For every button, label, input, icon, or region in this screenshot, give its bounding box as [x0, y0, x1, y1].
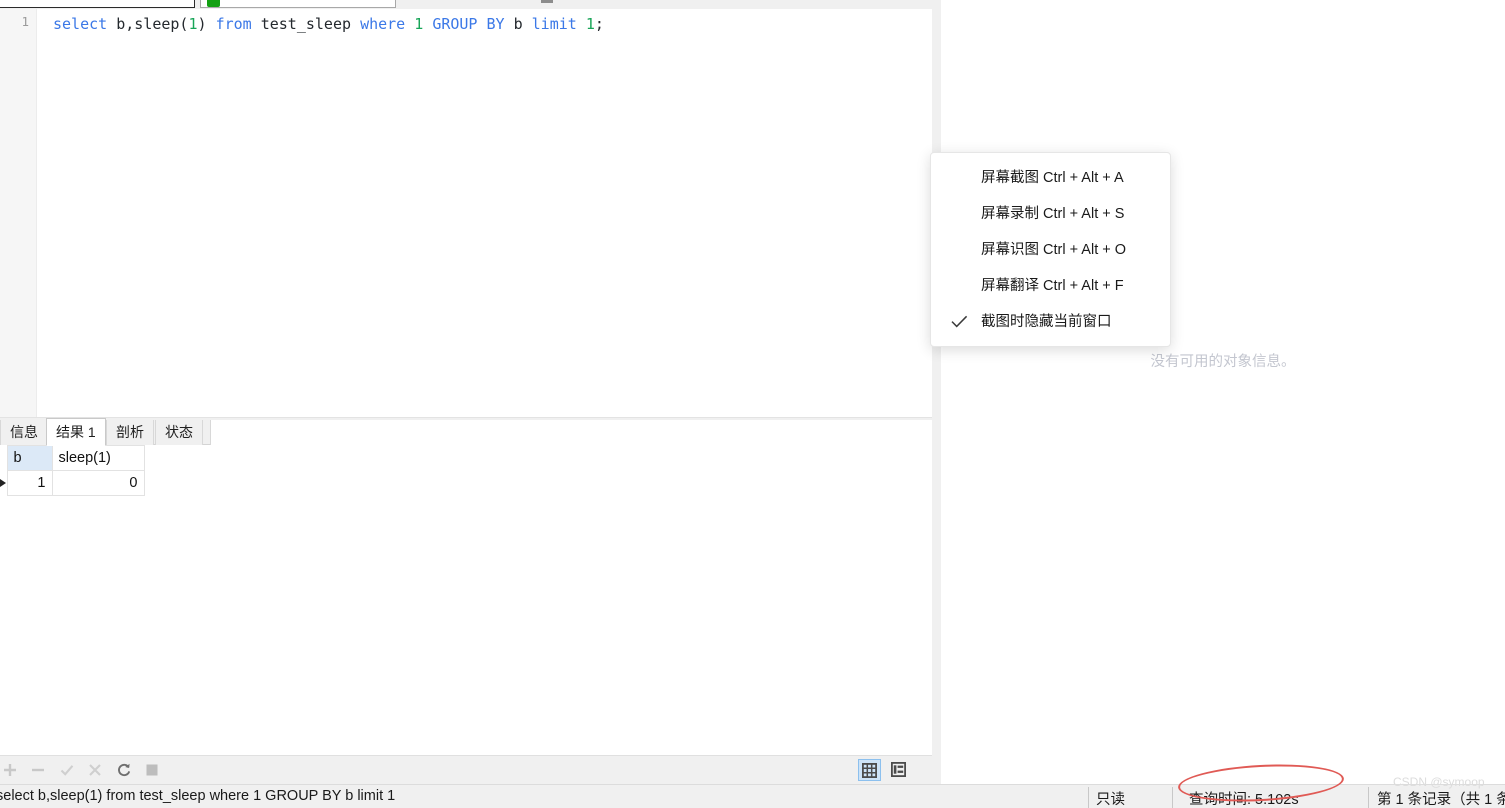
cell-sleep[interactable]: 0 [51, 470, 145, 496]
status-record-count: 第 1 条记录（共 1 条 [1377, 792, 1505, 808]
toolbar-field-right[interactable] [200, 0, 396, 8]
sql-code-line[interactable]: select b,sleep(1) from test_sleep where … [53, 14, 604, 34]
screenshot-context-menu[interactable]: 屏幕截图 Ctrl + Alt + A 屏幕录制 Ctrl + Alt + S … [930, 152, 1171, 347]
apply-changes-button[interactable] [57, 756, 81, 785]
status-bar: select b,sleep(1) from test_sleep where … [0, 784, 1505, 808]
status-sql-text: select b,sleep(1) from test_sleep where … [0, 788, 396, 804]
plus-icon [4, 764, 16, 776]
menu-item-hide-window-on-capture[interactable]: 截图时隐藏当前窗口 [931, 304, 1170, 340]
menu-item-screen-record[interactable]: 屏幕录制 Ctrl + Alt + S [931, 196, 1170, 232]
delete-record-button[interactable] [28, 756, 52, 785]
toolbar-separator-dash [541, 0, 553, 3]
sql-token: b [513, 15, 523, 33]
minus-icon [32, 768, 45, 772]
line-number: 1 [21, 14, 29, 29]
menu-item-label: 屏幕录制 Ctrl + Alt + S [981, 206, 1125, 222]
sql-editor[interactable]: 1 select b,sleep(1) from test_sleep wher… [0, 9, 932, 418]
toolbar-field-left[interactable] [0, 0, 195, 8]
tab-result[interactable]: 结果 1 [46, 418, 106, 446]
table-row[interactable]: 1 0 [0, 470, 145, 496]
status-query-time: 查询时间: 5.102s [1189, 792, 1299, 808]
cancel-changes-button[interactable] [85, 756, 109, 785]
grid-toolbar [0, 755, 932, 784]
result-table: b sleep(1) 1 0 [0, 445, 145, 496]
tab-info[interactable]: 信息 [0, 420, 48, 445]
check-icon [60, 765, 74, 776]
run-icon[interactable] [207, 0, 220, 7]
stop-icon [146, 764, 158, 776]
menu-item-label: 屏幕截图 Ctrl + Alt + A [981, 170, 1124, 186]
sql-token: BY [486, 15, 505, 33]
sql-token: 1 [585, 15, 595, 33]
column-header-sleep[interactable]: sleep(1) [51, 445, 145, 471]
row-marker-header [0, 445, 7, 471]
table-header-row: b sleep(1) [0, 445, 145, 471]
refresh-button[interactable] [114, 756, 138, 785]
tab-profile[interactable]: 剖析 [106, 420, 154, 445]
add-record-button[interactable] [0, 756, 24, 785]
object-info-empty-message: 没有可用的对象信息。 [1150, 354, 1296, 370]
sql-token: ) [197, 15, 207, 33]
sql-token: 1 [414, 15, 424, 33]
editor-gutter: 1 [0, 9, 37, 417]
sql-token: ; [594, 15, 604, 33]
cell-b[interactable]: 1 [6, 470, 53, 496]
grid-icon [861, 763, 877, 778]
panel-splitter[interactable] [932, 0, 941, 784]
sql-token: test_sleep [260, 15, 352, 33]
sql-token: b,sleep( [116, 15, 189, 33]
object-info-panel: 没有可用的对象信息。 [941, 0, 1505, 784]
refresh-icon [117, 763, 130, 777]
menu-item-screen-ocr[interactable]: 屏幕识图 Ctrl + Alt + O [931, 232, 1170, 268]
form-icon [891, 762, 906, 777]
status-separator-1 [1088, 787, 1089, 808]
watermark: CSDN @symoop [1393, 775, 1485, 789]
menu-item-screen-translate[interactable]: 屏幕翻译 Ctrl + Alt + F [931, 268, 1170, 304]
status-readonly: 只读 [1096, 792, 1125, 808]
status-separator-2 [1172, 787, 1173, 808]
sql-token: where [360, 15, 406, 33]
grid-view-button[interactable] [857, 759, 881, 781]
result-grid[interactable]: b sleep(1) 1 0 [0, 445, 932, 755]
sql-token: GROUP [432, 15, 478, 33]
column-header-b[interactable]: b [6, 445, 53, 471]
menu-item-screenshot[interactable]: 屏幕截图 Ctrl + Alt + A [931, 160, 1170, 196]
status-separator-3 [1368, 787, 1369, 808]
menu-item-label: 屏幕翻译 Ctrl + Alt + F [981, 278, 1124, 294]
form-view-button[interactable] [888, 759, 911, 781]
menu-item-label: 截图时隐藏当前窗口 [981, 314, 1112, 330]
tabs-filler [210, 420, 932, 445]
result-tabs-bar: 信息 结果 1 剖析 状态 [0, 418, 932, 446]
checkmark-icon [951, 304, 971, 340]
sql-token: 1 [188, 15, 198, 33]
grid-toolbar-buttons [0, 756, 166, 785]
row-marker-current [0, 470, 7, 496]
sql-token: select [53, 15, 108, 33]
tab-status[interactable]: 状态 [155, 420, 203, 445]
stop-button[interactable] [142, 756, 166, 785]
sql-token: limit [531, 15, 577, 33]
menu-item-label: 屏幕识图 Ctrl + Alt + O [981, 242, 1127, 258]
app-window: 1 select b,sleep(1) from test_sleep wher… [0, 0, 1505, 808]
sql-token: from [215, 15, 252, 33]
cross-icon [89, 764, 102, 776]
view-mode-buttons [855, 759, 911, 786]
